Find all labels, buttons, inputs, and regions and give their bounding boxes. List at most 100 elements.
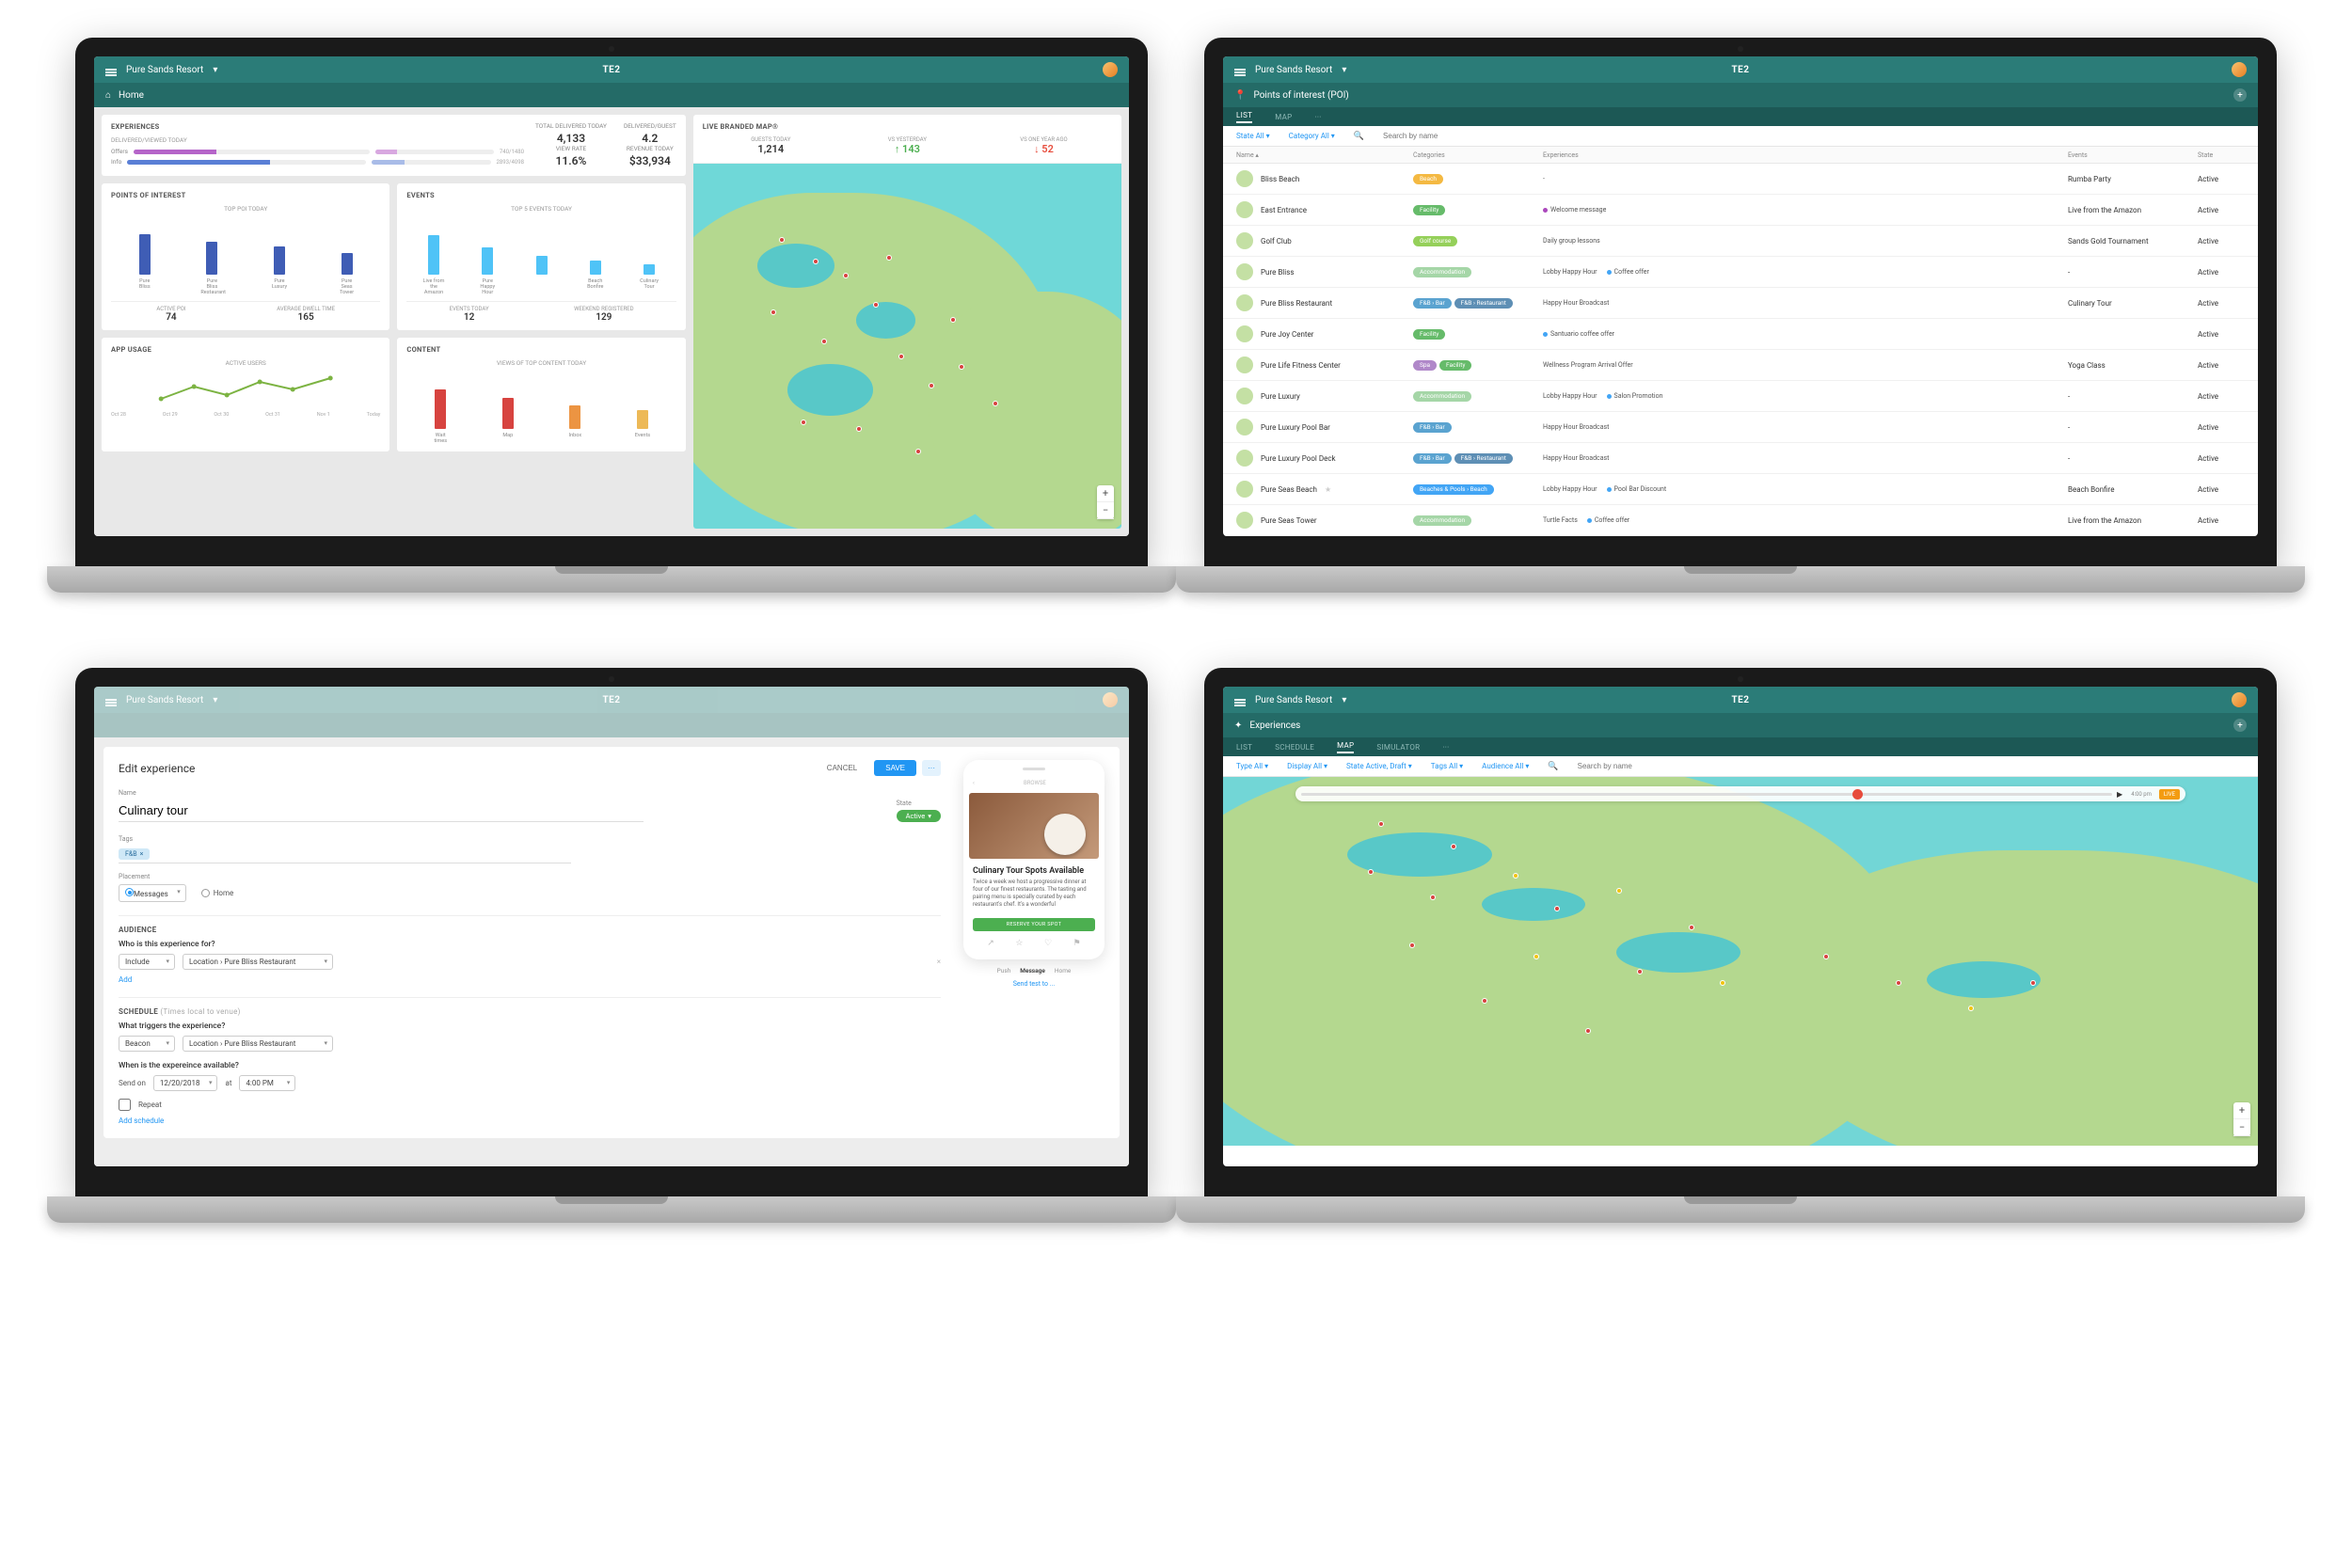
- poi-thumb: [1236, 325, 1253, 342]
- topbar: Pure Sands Resort▾ TE2: [94, 56, 1129, 83]
- phone-back-icon[interactable]: ‹: [973, 780, 975, 786]
- phone-preview-column: ‹BROWSE Culinary Tour Spots Available Tw…: [963, 760, 1104, 1125]
- add-schedule-link[interactable]: Add schedule: [119, 1117, 941, 1125]
- play-icon[interactable]: ▶: [2117, 790, 2122, 799]
- avatar[interactable]: [1103, 692, 1118, 707]
- experience-stats: TOTAL DELIVERED TODAY4,133VIEW RATE11.6%…: [524, 122, 676, 168]
- poi-thumb: [1236, 450, 1253, 467]
- poi-thumb: [1236, 232, 1253, 249]
- table-row[interactable]: Pure Luxury Pool BarF&B › BarHappy Hour …: [1223, 412, 2258, 443]
- live-badge[interactable]: LIVE: [2159, 789, 2180, 800]
- repeat-checkbox[interactable]: [119, 1099, 131, 1111]
- map-canvas[interactable]: +−: [693, 164, 1121, 529]
- cancel-button[interactable]: CANCEL: [816, 760, 868, 776]
- name-input[interactable]: [119, 800, 644, 822]
- bookmark-icon: ☆: [1015, 939, 1023, 948]
- preview-tab-message[interactable]: Message: [1020, 967, 1045, 974]
- location-select[interactable]: Location › Pure Bliss Restaurant: [183, 954, 333, 970]
- avatar[interactable]: [2232, 692, 2247, 707]
- table-row[interactable]: Pure Joy CenterFacilitySantuario coffee …: [1223, 319, 2258, 350]
- table-row[interactable]: Bliss BeachBeach-Rumba PartyActive: [1223, 164, 2258, 195]
- table-row[interactable]: Pure Bliss RestaurantF&B › BarF&B › Rest…: [1223, 288, 2258, 319]
- tab-map[interactable]: MAP: [1275, 113, 1292, 121]
- add-button[interactable]: +: [2233, 719, 2247, 732]
- search-icon: 🔍: [1354, 132, 1364, 141]
- table-row[interactable]: Pure Seas Beach★Beaches & Pools › BeachL…: [1223, 474, 2258, 505]
- date-input[interactable]: 12/20/2018: [153, 1075, 218, 1091]
- trigger-select[interactable]: Beacon: [119, 1036, 175, 1052]
- table-row[interactable]: Pure Seas TowerAccommodationTurtle Facts…: [1223, 505, 2258, 536]
- radio-home[interactable]: Home: [201, 884, 234, 902]
- filter-bar: State All ▾ Category All ▾ 🔍: [1223, 126, 2258, 147]
- resort-name[interactable]: Pure Sands Resort: [126, 65, 203, 75]
- search-input[interactable]: [1383, 132, 2245, 140]
- tab-schedule[interactable]: SCHEDULE: [1275, 743, 1314, 752]
- menu-icon[interactable]: [1234, 69, 1246, 71]
- zoom-in-button[interactable]: +: [2233, 1102, 2250, 1119]
- timeline-handle[interactable]: [1852, 789, 1863, 800]
- phone-cta-button[interactable]: RESERVE YOUR SPOT: [973, 918, 1095, 931]
- breadcrumb-bar: ✦ Experiences +: [1223, 713, 2258, 737]
- preview-tab-push[interactable]: Push: [997, 967, 1011, 974]
- time-input[interactable]: 4:00 PM: [239, 1075, 295, 1091]
- map-zoom-controls: +−: [2233, 1102, 2250, 1136]
- remove-rule-icon[interactable]: ×: [937, 958, 941, 966]
- menu-icon[interactable]: [105, 69, 117, 71]
- add-audience-link[interactable]: Add: [119, 975, 941, 984]
- avatar[interactable]: [2232, 62, 2247, 77]
- state-pill[interactable]: Active ▾: [897, 810, 941, 822]
- view-tabs: LIST SCHEDULE MAP SIMULATOR ···: [1223, 737, 2258, 756]
- table-row[interactable]: East EntranceFacilityWelcome messageLive…: [1223, 195, 2258, 226]
- filter-category[interactable]: Category All ▾: [1289, 132, 1335, 140]
- table-row[interactable]: Pure Life Fitness CenterSpaFacilityWelln…: [1223, 350, 2258, 381]
- poi-bars: [111, 218, 380, 275]
- tab-list[interactable]: LIST: [1236, 111, 1252, 123]
- avatar[interactable]: [1103, 62, 1118, 77]
- phone-preview: ‹BROWSE Culinary Tour Spots Available Tw…: [963, 760, 1104, 959]
- table-row[interactable]: Pure LuxuryAccommodationLobby Happy Hour…: [1223, 381, 2258, 412]
- menu-icon[interactable]: [105, 699, 117, 701]
- table-row[interactable]: Pure Luxury Pool DeckF&B › BarF&B › Rest…: [1223, 443, 2258, 474]
- filter-audience[interactable]: Audience All ▾: [1482, 762, 1529, 770]
- send-test-link[interactable]: Send test to ...: [963, 980, 1104, 988]
- poi-thumb: [1236, 170, 1253, 187]
- tab-simulator[interactable]: SIMULATOR: [1376, 743, 1420, 752]
- device-poi: Pure Sands Resort▾ TE2 📍 Points of inter…: [1204, 38, 2277, 593]
- breadcrumb-bar: ⌂ Home: [94, 83, 1129, 107]
- filter-display[interactable]: Display All ▾: [1287, 762, 1327, 770]
- table-row[interactable]: Pure BlissAccommodationLobby Happy HourC…: [1223, 257, 2258, 288]
- live-map-panel: LIVE BRANDED MAP® GUESTS TODAY1,214VS YE…: [693, 115, 1121, 529]
- zoom-in-button[interactable]: +: [1097, 485, 1114, 502]
- search-input[interactable]: [1578, 762, 2245, 770]
- table-header: Name ▴ Categories Experiences Events Sta…: [1223, 147, 2258, 164]
- trigger-location-select[interactable]: Location › Pure Bliss Restaurant: [183, 1036, 333, 1052]
- tab-more[interactable]: ···: [1442, 743, 1449, 752]
- filter-tags[interactable]: Tags All ▾: [1431, 762, 1463, 770]
- breadcrumb-bar: 📍 Points of interest (POI) +: [1223, 83, 2258, 107]
- tab-list[interactable]: LIST: [1236, 743, 1252, 752]
- experiences-card: EXPERIENCES DELIVERED/VIEWED TODAY Offer…: [102, 115, 686, 176]
- poi-thumb: [1236, 388, 1253, 404]
- tag-chip[interactable]: F&B ×: [119, 848, 150, 860]
- tab-map[interactable]: MAP: [1337, 741, 1354, 753]
- experiences-icon: ✦: [1234, 721, 1242, 731]
- table-row[interactable]: Golf ClubGolf courseDaily group lessonsS…: [1223, 226, 2258, 257]
- timeline-scrubber[interactable]: ▶ 4:00 pm LIVE: [1295, 786, 2185, 801]
- map-zoom-controls: +−: [1097, 485, 1114, 519]
- page-title: Points of interest (POI): [1253, 90, 1348, 101]
- radio-messages[interactable]: Messages: [119, 884, 186, 902]
- filter-type[interactable]: Type All ▾: [1236, 762, 1268, 770]
- preview-tab-home[interactable]: Home: [1055, 967, 1072, 974]
- add-button[interactable]: +: [2233, 88, 2247, 102]
- filter-state[interactable]: State Active, Draft ▾: [1346, 762, 1412, 770]
- more-button[interactable]: ···: [922, 760, 941, 776]
- save-button[interactable]: SAVE: [874, 760, 916, 776]
- zoom-out-button[interactable]: −: [2233, 1119, 2250, 1136]
- experiences-map[interactable]: ▶ 4:00 pm LIVE +−: [1223, 777, 2258, 1146]
- menu-icon[interactable]: [1234, 699, 1246, 701]
- home-icon: ⌂: [105, 90, 111, 101]
- zoom-out-button[interactable]: −: [1097, 502, 1114, 519]
- tab-more[interactable]: ···: [1314, 113, 1321, 121]
- include-select[interactable]: Include: [119, 954, 175, 970]
- filter-state[interactable]: State All ▾: [1236, 132, 1270, 140]
